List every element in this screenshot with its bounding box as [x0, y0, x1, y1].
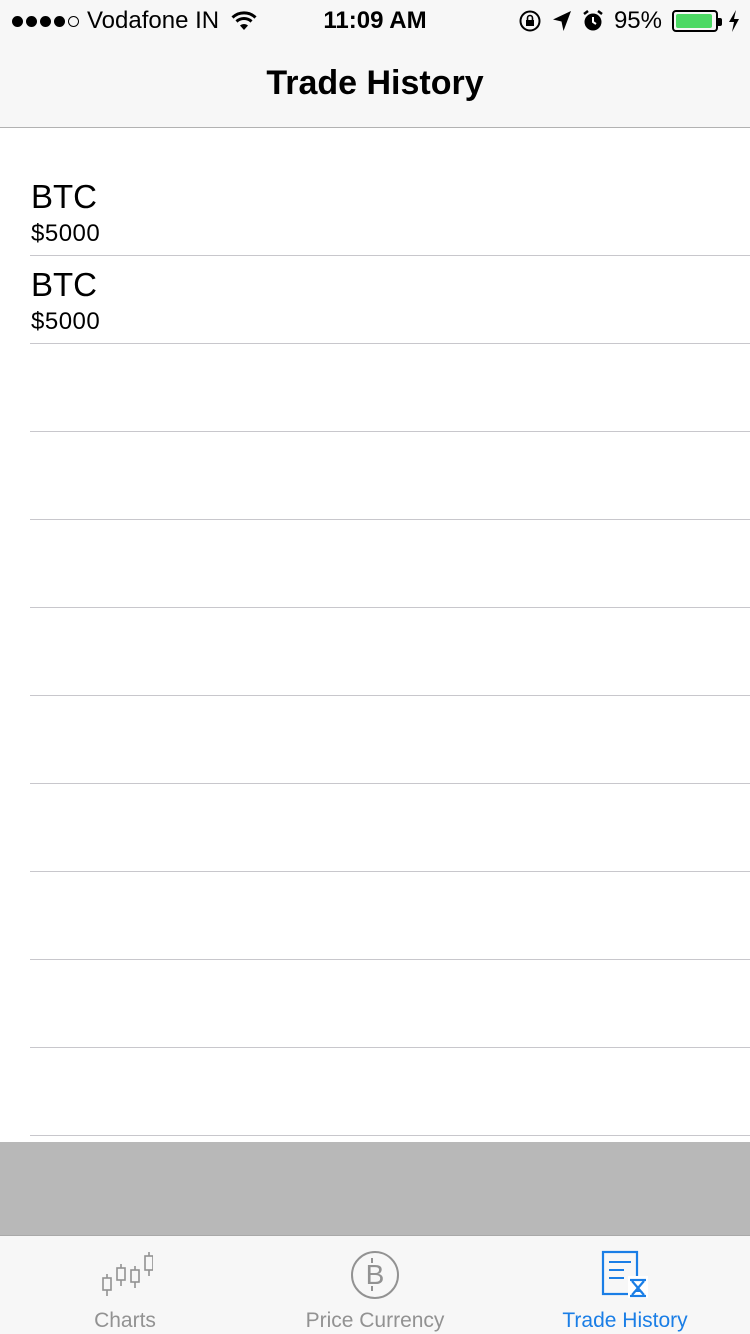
table-row[interactable]: [30, 520, 750, 608]
page-title: Trade History: [266, 64, 484, 102]
trade-price: $5000: [31, 308, 101, 335]
tab-charts[interactable]: Charts: [0, 1236, 250, 1334]
table-row[interactable]: [30, 960, 750, 1048]
battery-percent: 95%: [613, 7, 662, 34]
tab-trade-history[interactable]: Trade History: [500, 1236, 750, 1334]
tab-bar: Charts B Price Currency Trade History: [0, 1235, 750, 1334]
table-row[interactable]: [30, 608, 750, 696]
trade-symbol: BTC: [31, 266, 97, 303]
rotation-lock-icon: [519, 10, 541, 32]
table-row[interactable]: [30, 432, 750, 520]
document-hourglass-icon: [601, 1250, 648, 1298]
trade-symbol: BTC: [31, 178, 97, 215]
location-arrow-icon: [552, 11, 571, 31]
charging-bolt-icon: [729, 10, 739, 32]
tab-price-currency-label: Price Currency: [305, 1309, 445, 1332]
table-row[interactable]: BTC $5000: [30, 168, 750, 256]
alarm-clock-icon: [583, 10, 603, 31]
table-row[interactable]: BTC $5000: [30, 256, 750, 344]
trade-price: $5000: [31, 220, 101, 247]
tab-price-currency[interactable]: B Price Currency: [250, 1236, 500, 1334]
table-row[interactable]: [30, 344, 750, 432]
empty-footer-band: [0, 1142, 750, 1235]
trade-history-list: BTC $5000 BTC $5000: [0, 168, 750, 1136]
table-row[interactable]: [30, 784, 750, 872]
table-row[interactable]: [30, 872, 750, 960]
bitcoin-icon: B: [351, 1251, 399, 1299]
tab-trade-history-label: Trade History: [562, 1309, 688, 1332]
candlestick-chart-icon: [102, 1252, 153, 1296]
table-row[interactable]: [30, 696, 750, 784]
trade-history-screen: Vodafone IN 11:09 AM 95% Trade History B…: [0, 0, 750, 1334]
status-bar: Vodafone IN 11:09 AM 95%: [0, 0, 750, 40]
battery-icon: [672, 10, 722, 32]
tab-charts-label: Charts: [94, 1309, 156, 1332]
status-right-group: 95%: [518, 7, 740, 35]
svg-text:B: B: [366, 1259, 385, 1290]
table-row[interactable]: [30, 1048, 750, 1136]
navigation-bar: Trade History: [0, 40, 750, 128]
